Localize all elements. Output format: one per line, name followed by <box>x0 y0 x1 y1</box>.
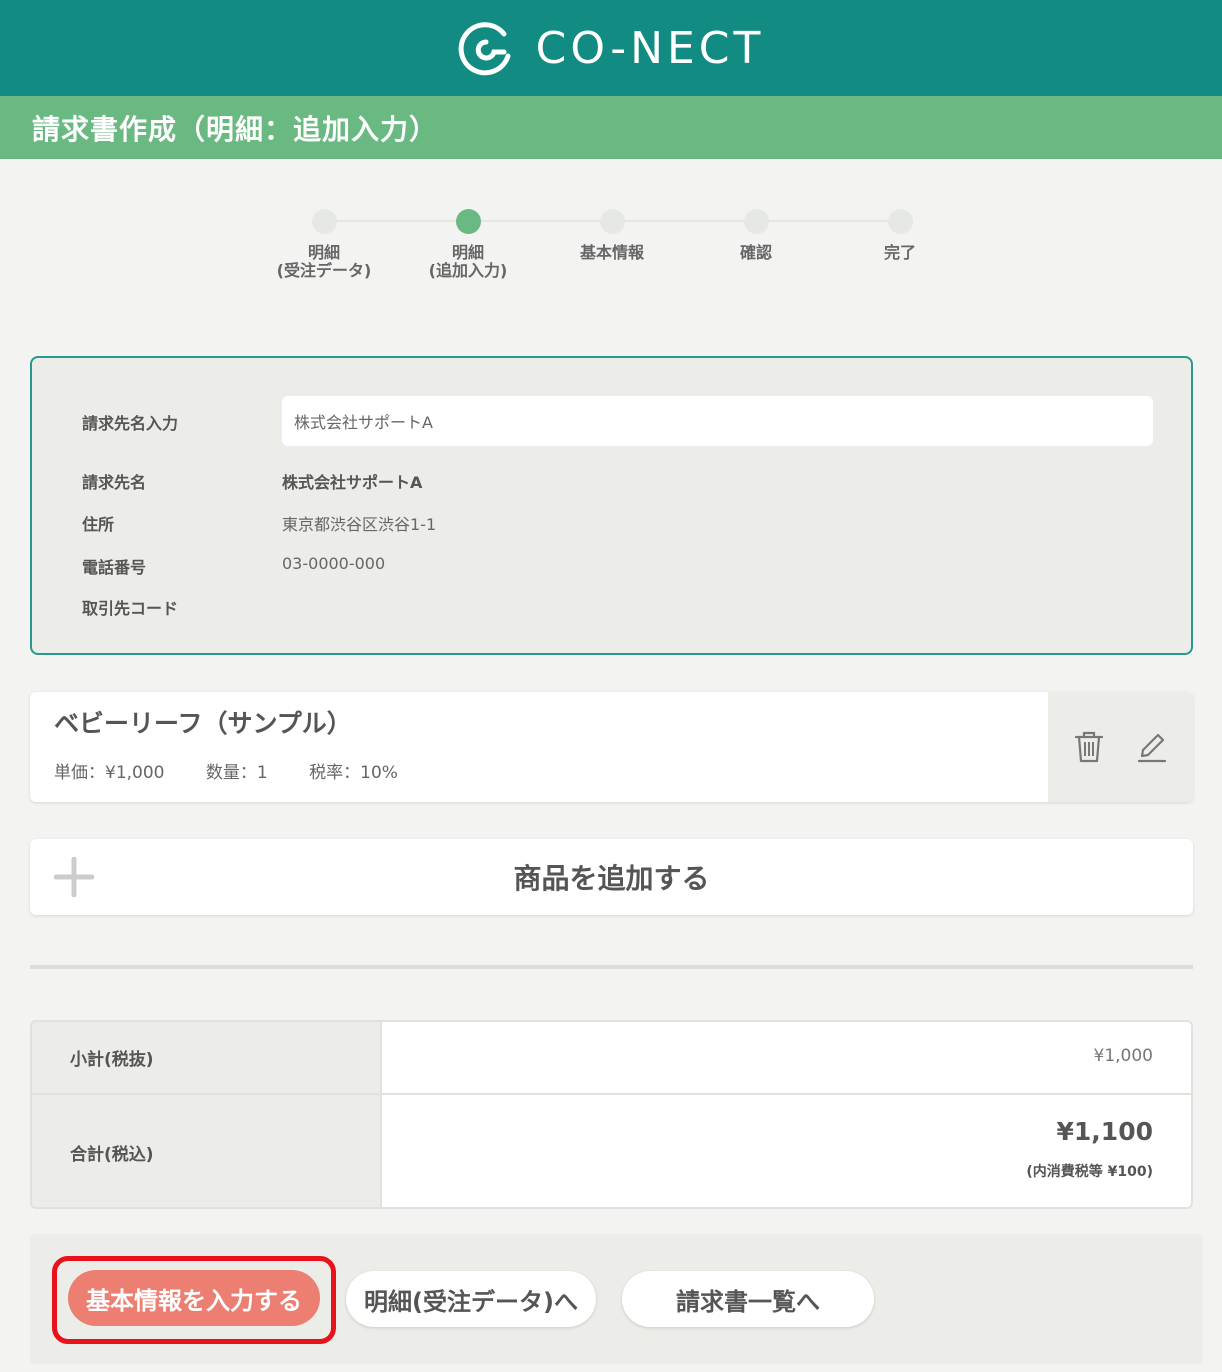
enter-basic-info-button[interactable]: 基本情報を入力する <box>68 1270 320 1326</box>
action-footer: 基本情報を入力する 明細(受注データ)へ 請求書一覧へ <box>30 1234 1203 1364</box>
total-label: 合計(税込) <box>32 1095 382 1207</box>
item-unit-price: 単価：¥1,000 <box>54 763 165 783</box>
subtotal-row: 小計(税抜) ¥1,000 <box>32 1022 1191 1095</box>
app-header: CO-NECT <box>0 0 1222 96</box>
step-dot <box>887 209 913 234</box>
progress-stepper: 明細 (受注データ) 明細 (追加入力) 基本情報 確認 完了 <box>250 205 972 295</box>
step-label: 基本情報 <box>579 243 644 262</box>
conect-logo-icon <box>458 22 511 76</box>
step-label: 明細 (受注データ) <box>276 243 372 280</box>
back-to-order-data-button[interactable]: 明細(受注データ)へ <box>346 1271 596 1327</box>
item-quantity: 数量：1 <box>205 763 268 783</box>
billing-address-value: 東京都渋谷区渋谷1-1 <box>282 515 437 534</box>
step-label: 明細 (追加入力) <box>428 243 508 280</box>
billing-name-input[interactable] <box>282 396 1153 446</box>
invoice-list-button[interactable]: 請求書一覧へ <box>622 1271 874 1327</box>
brand-logo[interactable]: CO-NECT <box>458 20 765 76</box>
billing-name-label: 請求先名 <box>82 473 147 492</box>
step-confirm: 確認 <box>682 209 830 262</box>
step-dot <box>311 209 337 234</box>
add-item-label: 商品を追加する <box>513 862 710 895</box>
step-dot <box>599 209 625 234</box>
line-item-card: ベビーリーフ（サンプル） 単価：¥1,000 数量：1 税率：10% <box>30 692 1193 802</box>
subtotal-label: 小計(税抜) <box>32 1022 382 1093</box>
billing-info-panel: 請求先名入力 請求先名 株式会社サポートA 住所 東京都渋谷区渋谷1-1 電話番… <box>30 356 1193 655</box>
pencil-icon[interactable] <box>1133 728 1171 766</box>
billing-code-label: 取引先コード <box>82 599 179 618</box>
step-order-data: 明細 (受注データ) <box>250 209 398 280</box>
step-additional-input: 明細 (追加入力) <box>394 209 542 280</box>
item-meta: 単価：¥1,000 数量：1 税率：10% <box>54 758 434 783</box>
step-label: 確認 <box>739 243 772 262</box>
billing-input-label: 請求先名入力 <box>82 414 179 433</box>
step-label: 完了 <box>883 243 916 262</box>
step-dot-active <box>455 209 481 234</box>
step-dot <box>743 209 769 234</box>
step-complete: 完了 <box>826 209 974 262</box>
total-row: 合計(税込) ¥1,100 (内消費税等 ¥100) <box>32 1095 1191 1207</box>
tax-note: (内消費税等 ¥100) <box>1026 1164 1153 1180</box>
billing-phone-label: 電話番号 <box>82 558 147 577</box>
section-divider <box>30 965 1193 969</box>
item-actions <box>1048 692 1193 802</box>
totals-table: 小計(税抜) ¥1,000 合計(税込) ¥1,100 (内消費税等 ¥100) <box>30 1020 1193 1209</box>
brand-name: CO-NECT <box>535 22 765 74</box>
item-tax-rate: 税率：10% <box>309 763 398 783</box>
total-value: ¥1,100 <box>1056 1117 1153 1146</box>
page-title-bar: 請求書作成（明細：追加入力） <box>0 96 1222 159</box>
billing-phone-value: 03-0000-000 <box>282 554 386 573</box>
trash-icon[interactable] <box>1070 728 1108 766</box>
step-basic-info: 基本情報 <box>538 209 686 262</box>
billing-address-label: 住所 <box>82 515 115 534</box>
page-title: 請求書作成（明細：追加入力） <box>32 112 439 146</box>
item-name: ベビーリーフ（サンプル） <box>54 709 352 738</box>
add-item-button[interactable]: 商品を追加する <box>30 839 1193 915</box>
subtotal-value: ¥1,000 <box>1093 1046 1153 1066</box>
billing-name-value: 株式会社サポートA <box>282 473 423 492</box>
